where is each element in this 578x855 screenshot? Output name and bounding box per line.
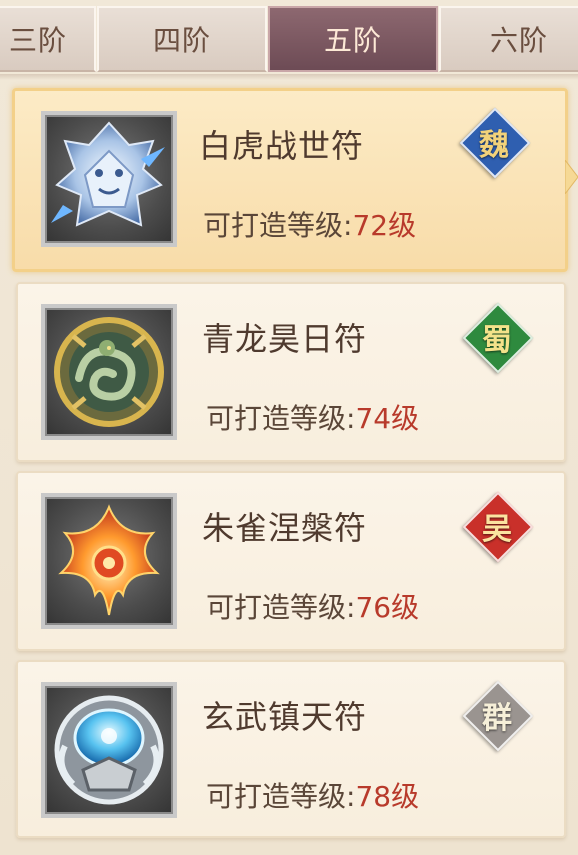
tab-label: 六阶 [489, 24, 548, 57]
forge-level-value: 78级 [355, 780, 420, 813]
faction-badge-qun: 群 [462, 680, 534, 752]
black-tortoise-emblem-icon [41, 682, 177, 818]
forge-panel: 三阶 四阶 五阶 六阶 白虎战世符 可打造等级:72级 魏 青龙昊日符 可打造等… [0, 0, 578, 855]
forge-level-value: 72级 [352, 209, 417, 242]
faction-badge-shu: 蜀 [462, 302, 534, 374]
faction-glyph: 吴 [482, 512, 512, 547]
azure-dragon-emblem-icon [41, 304, 177, 440]
talisman-card-vermilion-bird[interactable]: 朱雀涅槃符 可打造等级:76级 吴 [16, 471, 566, 651]
tab-tier-5[interactable]: 五阶 [268, 6, 438, 72]
faction-glyph: 魏 [479, 128, 509, 163]
tab-label: 三阶 [8, 24, 67, 57]
talisman-name: 朱雀涅槃符 [202, 509, 368, 547]
talisman-name: 玄武镇天符 [202, 698, 368, 736]
white-tiger-emblem-icon [41, 111, 177, 247]
forge-level-label: 可打造等级: [206, 591, 356, 624]
vermilion-bird-emblem-icon [41, 493, 177, 629]
forge-level-text: 可打造等级:78级 [206, 775, 419, 815]
talisman-name: 青龙昊日符 [202, 320, 368, 358]
talisman-name: 白虎战世符 [199, 127, 365, 165]
forge-level-text: 可打造等级:72级 [203, 204, 416, 244]
talisman-card-white-tiger[interactable]: 白虎战世符 可打造等级:72级 魏 [12, 88, 568, 272]
forge-level-label: 可打造等级: [206, 402, 356, 435]
tab-label: 四阶 [152, 24, 211, 57]
faction-glyph: 群 [482, 701, 512, 736]
forge-level-value: 76级 [355, 591, 420, 624]
talisman-card-black-tortoise[interactable]: 玄武镇天符 可打造等级:78级 群 [16, 660, 566, 838]
forge-level-text: 可打造等级:76级 [206, 586, 419, 626]
tab-tier-3[interactable]: 三阶 [0, 6, 96, 72]
tier-tab-bar: 三阶 四阶 五阶 六阶 [0, 0, 578, 80]
forge-level-label: 可打造等级: [206, 780, 356, 813]
faction-badge-wei: 魏 [459, 107, 531, 179]
faction-glyph: 蜀 [482, 323, 512, 358]
selection-pointer-icon [565, 160, 578, 194]
forge-level-text: 可打造等级:74级 [206, 397, 419, 437]
faction-badge-wu: 吴 [462, 491, 534, 563]
forge-level-label: 可打造等级: [203, 209, 353, 242]
forge-level-value: 74级 [355, 402, 420, 435]
tab-tier-4[interactable]: 四阶 [97, 6, 267, 72]
tab-label: 五阶 [323, 24, 382, 57]
talisman-card-azure-dragon[interactable]: 青龙昊日符 可打造等级:74级 蜀 [16, 282, 566, 462]
tab-tier-6[interactable]: 六阶 [439, 6, 578, 72]
tab-divider [0, 74, 578, 80]
